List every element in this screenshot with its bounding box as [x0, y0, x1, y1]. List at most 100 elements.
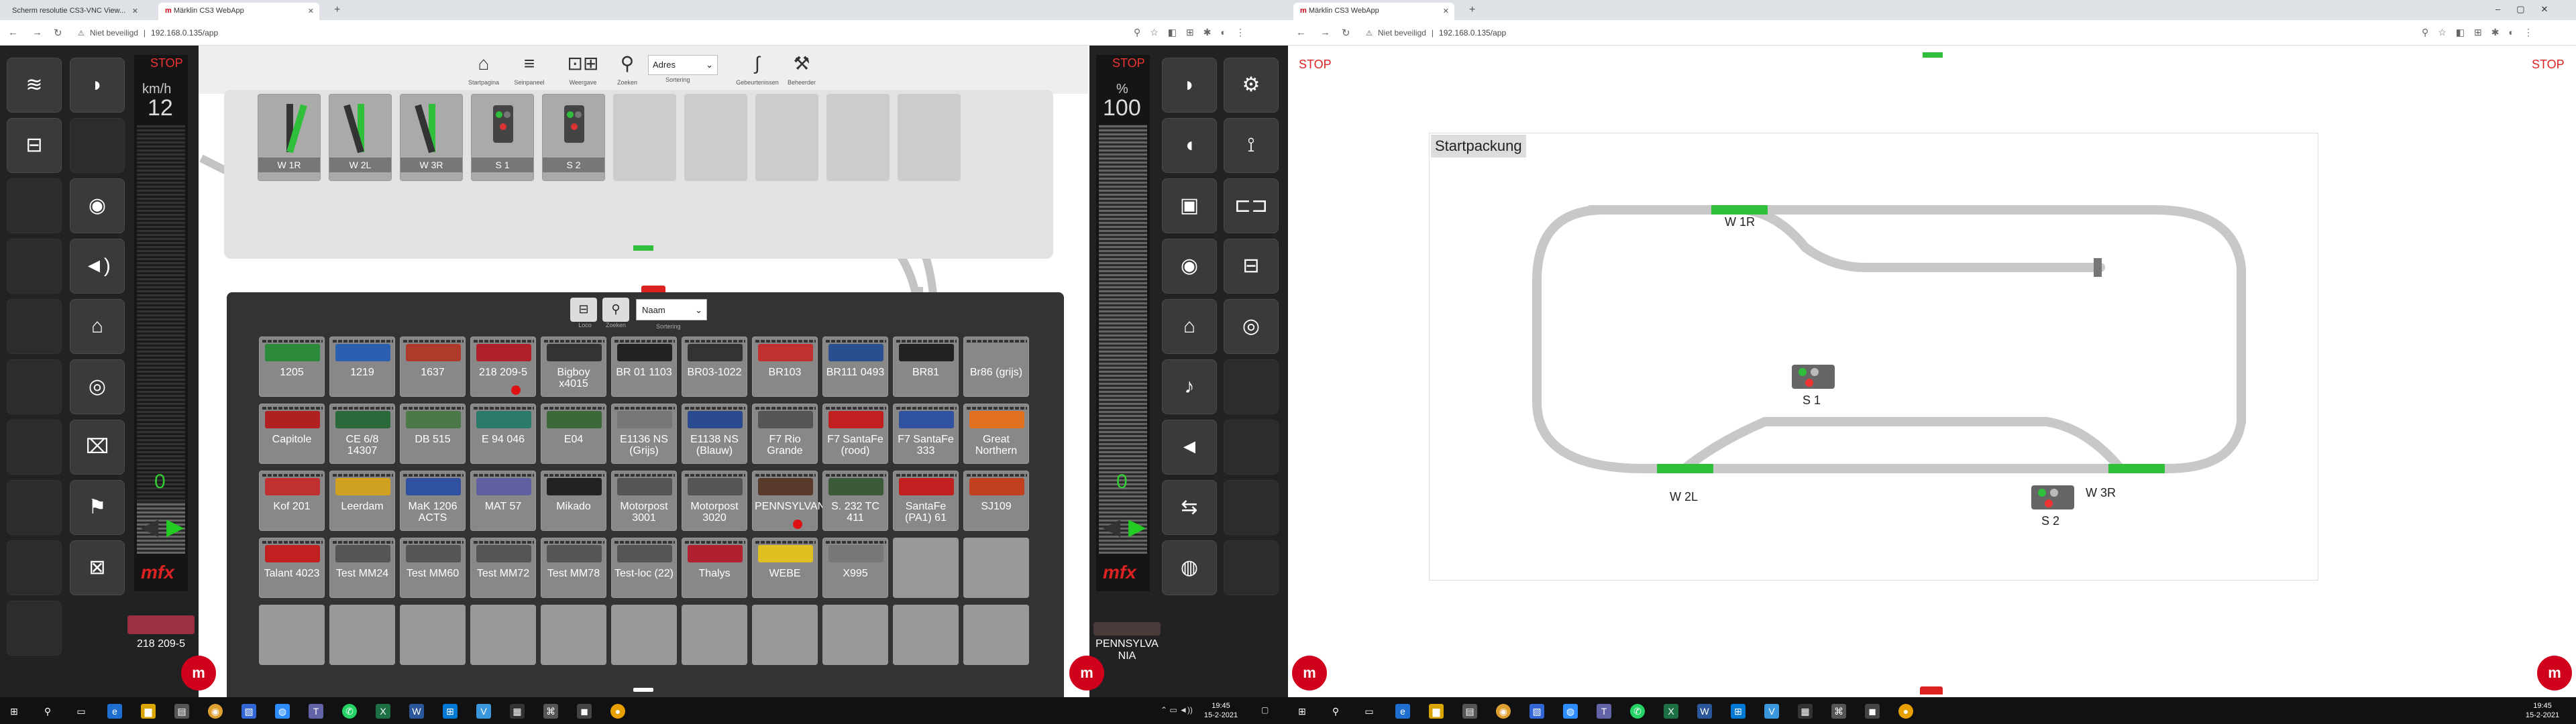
- loco-slot-empty[interactable]: [329, 605, 395, 665]
- forward-icon[interactable]: →: [1320, 27, 1330, 38]
- loco-function-button[interactable]: ◍: [1162, 540, 1217, 595]
- loco-tile[interactable]: S. 232 TC 411: [822, 471, 888, 531]
- loco-tile[interactable]: Kof 201: [259, 471, 325, 531]
- tab-cs3[interactable]: m Märklin CS3 WebApp ✕: [1293, 3, 1454, 20]
- loco-tile[interactable]: F7 SantaFe (rood): [822, 404, 888, 464]
- tray-icons[interactable]: ⌃ ▭ ◄)): [1161, 705, 1193, 715]
- app-icon[interactable]: ●: [1898, 704, 1913, 719]
- close-icon[interactable]: ✕: [132, 7, 138, 15]
- loco-tile[interactable]: BR111 0493: [822, 337, 888, 397]
- loco-tile[interactable]: Bigboy x4015: [541, 337, 606, 397]
- edge-icon[interactable]: e: [1395, 704, 1410, 719]
- loco-tile[interactable]: F7 SantaFe 333: [893, 404, 959, 464]
- loco-tile[interactable]: PENNSYLVANIA: [752, 471, 835, 531]
- loco-function-button[interactable]: ⌂: [70, 299, 125, 354]
- teams-icon[interactable]: T: [1597, 704, 1611, 719]
- loco-function-button[interactable]: ⊠: [70, 540, 125, 595]
- switch-w2l[interactable]: W 2L: [329, 94, 392, 181]
- loco-function-button[interactable]: ◎: [1224, 299, 1279, 354]
- word-icon[interactable]: W: [1697, 704, 1712, 719]
- loco-tile[interactable]: F7 Rio Grande: [752, 404, 818, 464]
- window-controls[interactable]: –▢✕: [2496, 4, 2564, 15]
- loco-image[interactable]: [127, 615, 195, 634]
- accessory-slot-empty[interactable]: [898, 94, 961, 181]
- reload-icon[interactable]: ↻: [1342, 27, 1350, 39]
- extension-icons[interactable]: ⚲☆◧⊞✱◐⋮: [1134, 27, 1254, 38]
- app-icon[interactable]: ⌘: [543, 704, 558, 719]
- calculator-icon[interactable]: ▦: [510, 704, 525, 719]
- signal-s1[interactable]: S 1: [471, 94, 534, 181]
- loco-function-button[interactable]: ◉: [1162, 239, 1217, 294]
- loco-tile[interactable]: Motorpost 3020: [682, 471, 747, 531]
- search-icon[interactable]: ⚲: [40, 704, 55, 719]
- clock[interactable]: 19:45 15-2-2021: [2522, 701, 2563, 720]
- loco-function-button[interactable]: ⌂: [1162, 299, 1217, 354]
- loco-slot-empty[interactable]: [682, 605, 747, 665]
- search-icon[interactable]: ⚲: [1328, 704, 1343, 719]
- accessory-slot-empty[interactable]: [755, 94, 818, 181]
- loco-tile[interactable]: Leerdam: [329, 471, 395, 531]
- loco-tile[interactable]: SJ109: [963, 471, 1029, 531]
- loco-tile[interactable]: Motorpost 3001: [611, 471, 677, 531]
- loco-function-button[interactable]: ◄: [1162, 420, 1217, 475]
- loco-slot-empty[interactable]: [470, 605, 536, 665]
- loco-slot-empty[interactable]: [963, 538, 1029, 598]
- marklin-logo-button[interactable]: m: [1292, 656, 1327, 690]
- loco-tile[interactable]: E04: [541, 404, 606, 464]
- loco-tile[interactable]: WEBE: [752, 538, 818, 598]
- loco-slot-empty[interactable]: [400, 605, 466, 665]
- zoom-icon[interactable]: ◍: [1563, 704, 1578, 719]
- loco-function-button[interactable]: ◉: [70, 178, 125, 233]
- switch-w3r[interactable]: W 3R: [400, 94, 463, 181]
- panel-handle[interactable]: [641, 286, 665, 292]
- stop-button[interactable]: STOP: [1299, 58, 1332, 72]
- loco-tile[interactable]: X995: [822, 538, 888, 598]
- accessory-slot-empty[interactable]: [826, 94, 890, 181]
- excel-icon[interactable]: X: [1664, 704, 1678, 719]
- loco-function-button[interactable]: ◄): [70, 239, 125, 294]
- loco-tile[interactable]: Talant 4023: [259, 538, 325, 598]
- marklin-logo-button[interactable]: m: [1069, 656, 1104, 690]
- stop-button[interactable]: STOP: [150, 56, 183, 70]
- loco-tile[interactable]: Mikado: [541, 471, 606, 531]
- accessory-slot-empty[interactable]: [684, 94, 747, 181]
- loco-function-button[interactable]: ≋: [7, 58, 62, 113]
- vnc-icon[interactable]: V: [1764, 704, 1779, 719]
- loco-slot-empty[interactable]: [893, 538, 959, 598]
- explorer-icon[interactable]: ▆: [1429, 704, 1444, 719]
- app-icon[interactable]: ●: [610, 704, 625, 719]
- stop-button[interactable]: STOP: [2532, 58, 2565, 72]
- loco-sort-select[interactable]: Naam ⌄: [636, 299, 707, 320]
- stop-button[interactable]: STOP: [1112, 56, 1145, 70]
- close-icon[interactable]: ✕: [1443, 7, 1449, 15]
- loco-tile[interactable]: MaK 1206 ACTS: [400, 471, 466, 531]
- loco-function-button[interactable]: ⌧: [70, 420, 125, 475]
- loco-function-button[interactable]: ◎: [70, 359, 125, 414]
- extension-icons[interactable]: ⚲☆◧⊞✱◐⋮: [2422, 27, 2542, 38]
- loco-tile[interactable]: E1136 NS (Grijs): [611, 404, 677, 464]
- loco-tile[interactable]: Test MM72: [470, 538, 536, 598]
- home-icon[interactable]: ⌂ Startpagina: [468, 50, 499, 86]
- view-icon[interactable]: ⊡⊞ Weergave: [559, 50, 606, 86]
- marklin-logo-button[interactable]: m: [2537, 656, 2572, 690]
- notification-icon[interactable]: ▢: [1261, 705, 1269, 715]
- edge-icon[interactable]: e: [107, 704, 122, 719]
- address-bar[interactable]: ⚠ Niet beveiligd | 192.168.0.135/app: [1366, 25, 2412, 40]
- loco-slot-empty[interactable]: [752, 605, 818, 665]
- stacked-tracks-icon[interactable]: ≡ Seinpaneel: [514, 50, 545, 86]
- curve-icon[interactable]: ∫ Gebeurtenissen: [736, 50, 779, 86]
- signal-s2[interactable]: S 2: [542, 94, 605, 181]
- whatsapp-icon[interactable]: ✆: [342, 704, 357, 719]
- task-view-icon[interactable]: ▭: [1362, 704, 1377, 719]
- loco-function-button[interactable]: ⊟: [7, 118, 62, 173]
- loco-tile[interactable]: 1205: [259, 337, 325, 397]
- switch-w1r-label[interactable]: W 1R: [1725, 215, 1755, 229]
- accessory-slot-empty[interactable]: [613, 94, 676, 181]
- app-icon[interactable]: ◼: [577, 704, 592, 719]
- loco-slot-empty[interactable]: [963, 605, 1029, 665]
- search-icon[interactable]: ⚲ Zoeken: [612, 50, 643, 86]
- loco-function-button[interactable]: ◖: [1162, 118, 1217, 173]
- chrome-icon[interactable]: ◉: [1496, 704, 1511, 719]
- new-tab-icon[interactable]: +: [1469, 4, 1475, 16]
- explorer-icon[interactable]: ▆: [141, 704, 156, 719]
